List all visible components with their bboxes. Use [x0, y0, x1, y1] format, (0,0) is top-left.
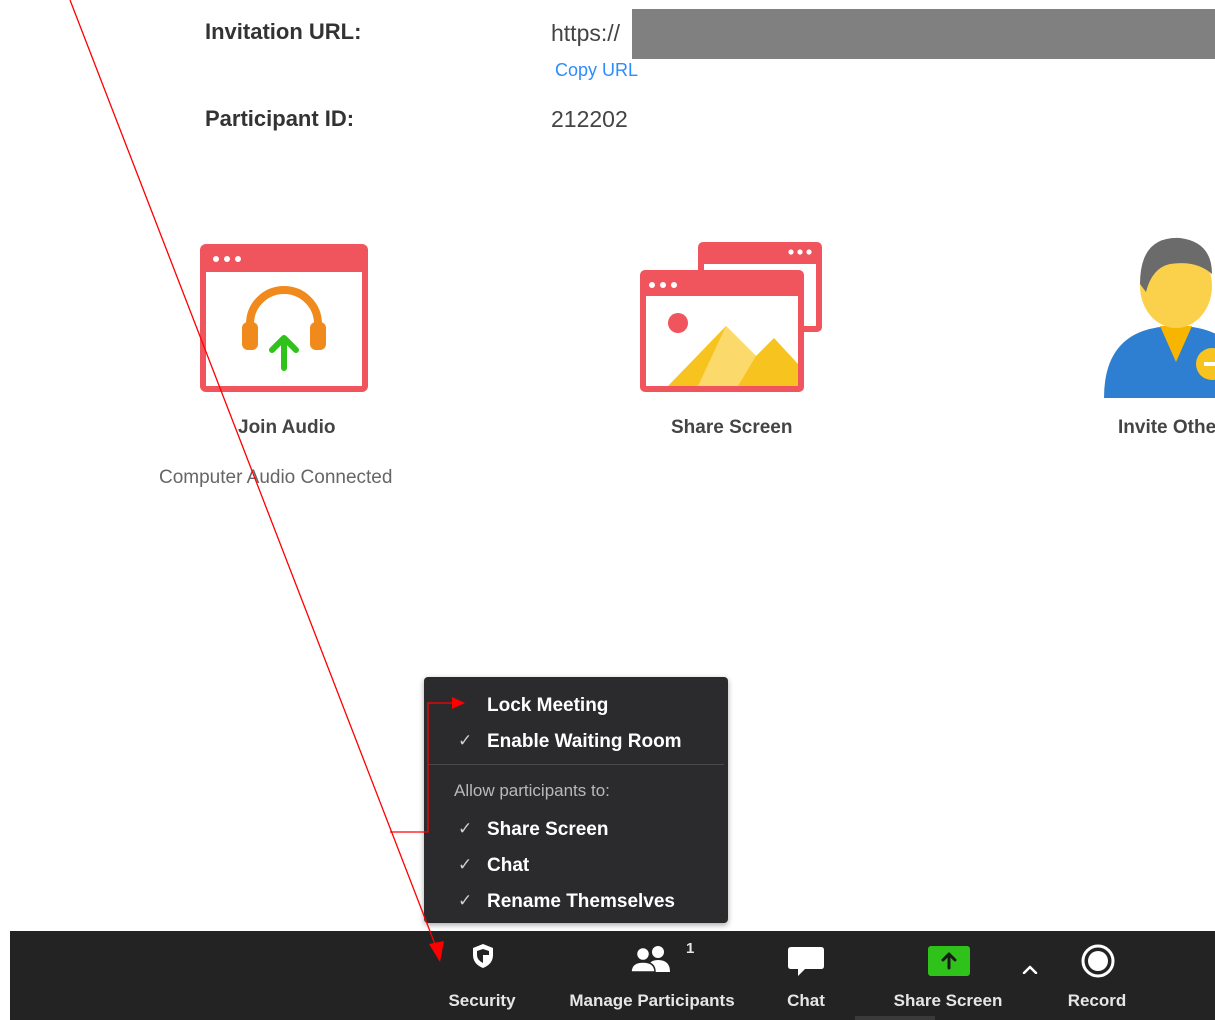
participant-count-badge: 1: [686, 940, 695, 957]
share-screen-permission-label: Share Screen: [487, 819, 609, 840]
allow-participants-heading: Allow participants to:: [454, 781, 610, 800]
record-icon: [1080, 943, 1116, 984]
share-screen-label[interactable]: Share Screen: [671, 417, 792, 439]
copy-url-link[interactable]: Copy URL: [555, 60, 638, 81]
share-screen-arrow-icon: [928, 946, 970, 981]
zoom-meeting-window: Invitation URL: https:// Copy URL Partic…: [0, 0, 1215, 1020]
participant-id-value: 212202: [551, 106, 628, 132]
caret-up-icon: [1022, 961, 1038, 979]
share-screen-button[interactable]: Share Screen: [880, 931, 1016, 1020]
check-icon: ✓: [458, 891, 473, 910]
invitation-url-label: Invitation URL:: [205, 19, 362, 44]
share-screen-toolbar-label: Share Screen: [893, 991, 1003, 1010]
headphones-icon[interactable]: [198, 242, 370, 394]
audio-status-text: Computer Audio Connected: [159, 467, 393, 488]
check-icon: ✓: [458, 819, 473, 838]
toolbar-underline: [855, 1016, 935, 1020]
invite-others-label[interactable]: Invite Othe: [1118, 417, 1215, 439]
invitation-url-value: https://: [551, 20, 621, 46]
menu-item-share-screen[interactable]: ✓ Share Screen: [424, 815, 728, 849]
chat-button[interactable]: Chat: [775, 931, 837, 1020]
redaction-bar: [632, 9, 1215, 59]
menu-divider: [428, 764, 724, 765]
chat-permission-label: Chat: [487, 855, 530, 876]
security-button[interactable]: Security: [438, 931, 526, 1020]
chat-bubble-icon: [787, 946, 825, 983]
share-screen-windows-icon[interactable]: [638, 240, 824, 395]
shield-icon: [472, 943, 494, 974]
record-button[interactable]: Record: [1060, 931, 1134, 1020]
rename-themselves-label: Rename Themselves: [487, 891, 675, 912]
check-icon: ✓: [458, 855, 473, 874]
join-audio-label[interactable]: Join Audio: [238, 417, 335, 439]
person-invite-icon[interactable]: [1100, 230, 1215, 408]
lock-meeting-label: Lock Meeting: [487, 695, 609, 716]
manage-participants-button[interactable]: 1 Manage Participants: [552, 931, 752, 1020]
participant-id-label: Participant ID:: [205, 106, 355, 131]
menu-item-enable-waiting-room[interactable]: ✓ Enable Waiting Room: [424, 727, 728, 761]
check-icon: ✓: [458, 731, 473, 750]
menu-item-chat[interactable]: ✓ Chat: [424, 851, 728, 885]
security-label: Security: [448, 991, 516, 1010]
menu-item-lock-meeting[interactable]: Lock Meeting: [424, 691, 728, 725]
chat-label: Chat: [787, 991, 825, 1010]
manage-participants-label: Manage Participants: [569, 991, 735, 1010]
security-menu: Lock Meeting ✓ Enable Waiting Room Allow…: [424, 677, 728, 923]
record-label: Record: [1067, 991, 1127, 1010]
menu-item-rename-themselves[interactable]: ✓ Rename Themselves: [424, 887, 728, 921]
enable-waiting-room-label: Enable Waiting Room: [487, 731, 682, 752]
share-options-caret[interactable]: [1013, 931, 1047, 1020]
participants-icon: [630, 945, 672, 978]
